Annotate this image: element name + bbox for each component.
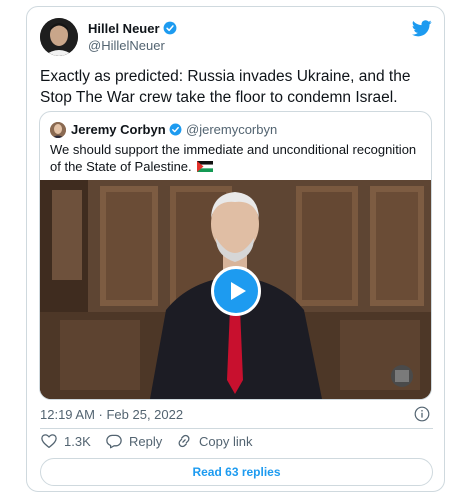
verified-badge-icon (163, 21, 177, 38)
info-icon[interactable] (414, 406, 430, 427)
quoted-author-handle: @jeremycorbyn (186, 122, 278, 137)
divider (40, 428, 433, 429)
like-count: 1.3K (64, 433, 91, 449)
reply-button[interactable]: Reply (105, 432, 162, 450)
quoted-author-name: Jeremy Corbyn (71, 122, 166, 137)
reply-label: Reply (129, 433, 163, 449)
heart-icon (41, 434, 57, 449)
quoted-author-avatar[interactable] (50, 122, 66, 138)
twitter-bird-icon[interactable] (411, 20, 432, 42)
verified-badge-icon (169, 123, 182, 139)
author-name-row[interactable]: Hillel Neuer (88, 21, 177, 38)
author-handle[interactable]: @HillelNeuer (88, 38, 165, 53)
author-avatar[interactable] (40, 18, 78, 56)
reply-icon (106, 434, 122, 449)
play-icon (231, 282, 246, 300)
quoted-tweet-text-block: We should support the immediate and unco… (50, 141, 425, 176)
quoted-author-name-row: Jeremy Corbyn (71, 122, 182, 139)
quoted-tweet[interactable]: Jeremy Corbyn @jeremycorbyn We should su… (39, 111, 432, 400)
author-name[interactable]: Hillel Neuer (88, 21, 160, 36)
play-button[interactable] (211, 266, 261, 316)
tweet-text: Exactly as predicted: Russia invades Ukr… (40, 68, 411, 106)
copy-link-icon (178, 434, 190, 448)
video-player[interactable] (40, 180, 431, 399)
tweet-card[interactable]: Hillel Neuer @HillelNeuer Exactly as pre… (26, 6, 445, 492)
tweet-timestamp[interactable]: 12:19 AM · Feb 25, 2022 (40, 407, 183, 422)
quoted-tweet-text: We should support the immediate and unco… (50, 142, 417, 174)
copy-link-button[interactable]: Copy link (175, 432, 252, 450)
read-replies-button[interactable]: Read 63 replies (40, 458, 433, 486)
copy-link-label: Copy link (199, 433, 253, 449)
palestine-flag-icon (197, 159, 214, 176)
like-button[interactable]: 1.3K (40, 432, 91, 450)
